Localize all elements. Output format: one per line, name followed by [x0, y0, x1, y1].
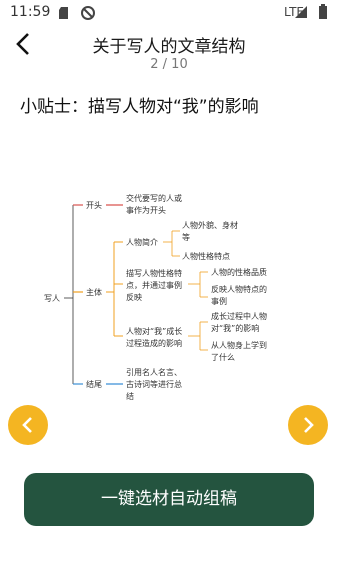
mindmap-influence-item: 成长过程中人物 — [211, 311, 267, 321]
auto-compose-button[interactable]: 一键选材自动组稿 — [24, 473, 314, 526]
mindmap-ending-desc-line: 引用名人名言、 — [126, 367, 182, 377]
page-title: 关于写人的文章结构 — [92, 37, 246, 57]
mindmap-ending-label: 结尾 — [86, 379, 102, 389]
mindmap-traits-item: 事例 — [211, 296, 227, 306]
tip-text: 小贴士：描写人物对“我”的影响 — [20, 97, 259, 117]
page-counter: 2 / 10 — [150, 57, 188, 72]
mindmap-traits-label: 描写人物性格特 — [126, 268, 182, 278]
mindmap-intro-item: 人物外貌、身材 — [182, 220, 238, 230]
mindmap-opening-label: 开头 — [86, 200, 102, 210]
mindmap-intro-item: 等 — [182, 232, 190, 242]
previous-page-button[interactable] — [8, 405, 48, 445]
chevron-right-icon — [304, 417, 314, 433]
structure-mindmap: 写人 开头 交代要写的人或 事作为开头 主体 人物简介 人物外貌、身材 等 人物… — [44, 193, 267, 401]
mindmap-ending-desc-line: 结 — [126, 391, 134, 401]
mindmap-influence-item: 对“我”的影响 — [211, 323, 259, 333]
mindmap-intro-item: 人物性格特点 — [182, 251, 230, 261]
mindmap-opening-desc-line: 交代要写的人或 — [126, 193, 182, 203]
mindmap-influence-item: 从人物身上学到 — [211, 340, 267, 350]
app-bar: 关于写人的文章结构 2 / 10 — [0, 28, 338, 80]
mindmap-root: 写人 — [44, 294, 60, 303]
sim-card-icon — [59, 7, 68, 19]
status-time: 11:59 — [10, 4, 51, 20]
mindmap-traits-label: 点，并通过事例 — [126, 280, 182, 290]
mindmap-traits-label: 反映 — [126, 292, 142, 302]
mindmap-ending-desc-line: 古诗词等进行总 — [126, 379, 182, 389]
mindmap-influence-label: 人物对“我”成长 — [126, 326, 182, 336]
mindmap-intro-label: 人物简介 — [126, 237, 158, 247]
next-page-button[interactable] — [288, 405, 328, 445]
status-bar: 11:59 LTE — [0, 0, 338, 26]
mindmap-influence-item: 了什么 — [211, 352, 235, 362]
battery-icon — [319, 4, 327, 19]
mindmap-body-label: 主体 — [86, 287, 102, 297]
mindmap-traits-item: 人物的性格品质 — [211, 267, 267, 277]
mindmap-influence-label: 过程造成的影响 — [126, 338, 182, 348]
mindmap-traits-item: 反映人物特点的 — [211, 284, 267, 294]
mindmap-opening-desc-line: 事作为开头 — [126, 205, 166, 215]
data-saver-icon — [81, 6, 95, 20]
signal-icon — [295, 6, 307, 18]
chevron-left-icon — [22, 417, 32, 433]
